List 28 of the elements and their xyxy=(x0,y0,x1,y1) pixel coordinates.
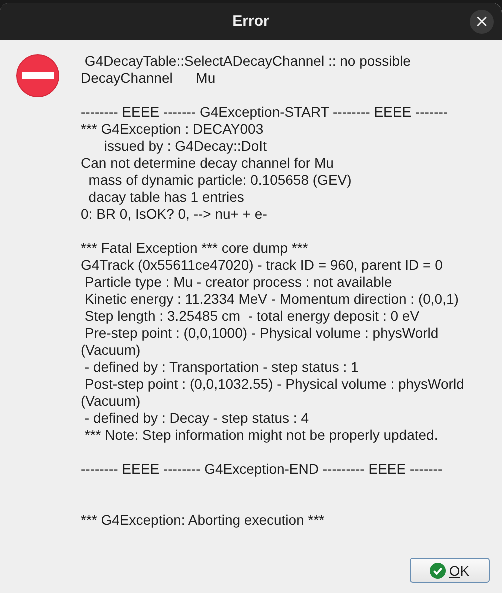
message-line: issued by : G4Decay::DoIt xyxy=(103,138,267,155)
message-line: 0: BR 0, IsOK? 0, --> nu+ + e- xyxy=(81,206,268,223)
message-line: *** Fatal Exception *** core dump *** xyxy=(81,240,308,257)
message-line: (Vacuum) xyxy=(81,393,141,410)
window-title: Error xyxy=(232,13,270,30)
message-line: Step length : 3.25485 cm - total energy deposit : 0 eV xyxy=(84,308,420,325)
message-line: mass of dynamic particle: 0.105658 (GEV) xyxy=(88,172,352,189)
message-line: *** G4Exception : DECAY003 xyxy=(81,121,264,138)
message-line: -------- EEEE -------- G4Exception-END --------- EEEE ------- xyxy=(81,461,443,478)
error-icon xyxy=(16,54,60,98)
message-line: (Vacuum) xyxy=(81,342,141,359)
message-line: Particle type : Mu - creator process : not available xyxy=(84,274,392,291)
message-line: DecayChannel Mu xyxy=(81,70,216,87)
message-line: *** G4Exception: Aborting execution *** xyxy=(81,512,325,529)
close-button[interactable]: × xyxy=(470,10,494,34)
message-line: -------- EEEE ------- G4Exception-START -------- EEEE ------- xyxy=(81,104,448,121)
message-line: dacay table has 1 entries xyxy=(88,189,244,206)
message-line: - defined by : Transportation - step status : 1 xyxy=(84,359,359,376)
ok-button[interactable]: OK xyxy=(410,558,490,583)
message-line: G4DecayTable::SelectADecayChannel :: no possible xyxy=(84,53,411,70)
check-icon xyxy=(430,562,446,578)
message-line: Pre-step point : (0,0,1000) - Physical volume : physWorld xyxy=(84,325,439,342)
message-line: Kinetic energy : 11.2334 MeV - Momentum direction : (0,0,1) xyxy=(84,291,459,308)
message-line: - defined by : Decay - step status : 4 xyxy=(84,410,309,427)
message-line: G4Track (0x55611ce47020) - track ID = 960, parent ID = 0 xyxy=(81,257,443,274)
message-line: *** Note: Step information might not be properly updated. xyxy=(84,427,438,444)
message-line: Can not determine decay channel for Mu xyxy=(81,155,334,172)
message-line: Post-step point : (0,0,1032.55) - Physical volume : physWorld xyxy=(84,376,464,393)
